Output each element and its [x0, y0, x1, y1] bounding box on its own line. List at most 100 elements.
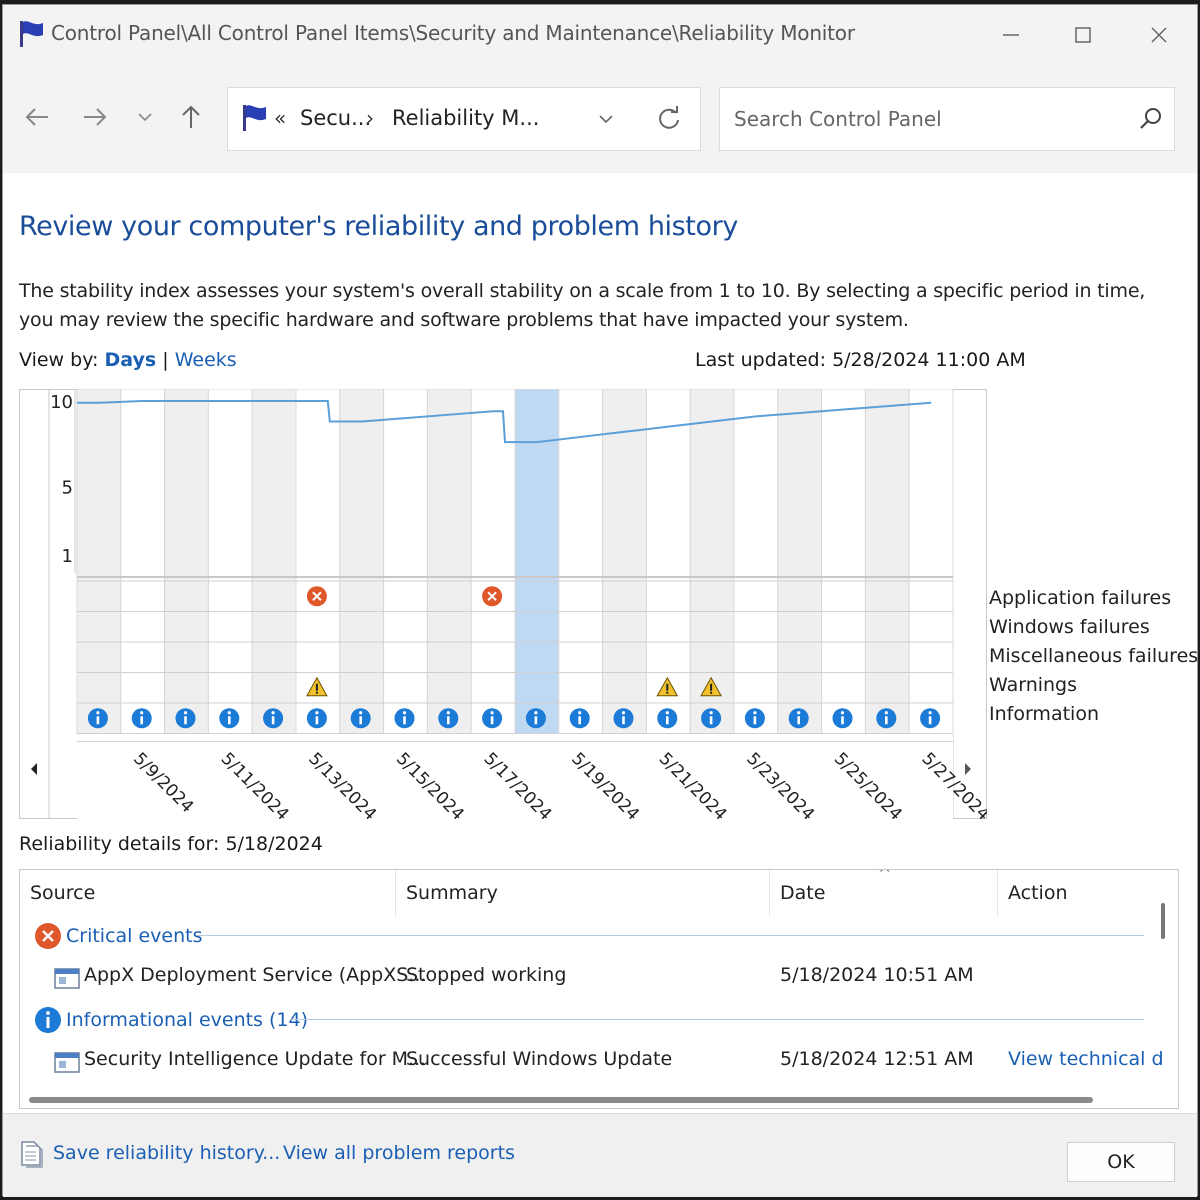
date-column[interactable]	[77, 733, 121, 820]
info-dot	[359, 711, 363, 715]
y-tick-label: 5	[62, 478, 73, 499]
reliability-chart-svg[interactable]: 10515/9/2024 5/11/2024 5/13/2024 5/15/2024 5…	[19, 388, 993, 825]
search-icon[interactable]	[1138, 106, 1164, 132]
info-mark	[885, 716, 888, 725]
view-weeks-link[interactable]: Weeks	[175, 349, 237, 371]
column-summary[interactable]: Summary	[396, 870, 770, 916]
legend-warnings: Warnings	[989, 674, 1078, 696]
column-source[interactable]: Source	[20, 870, 396, 916]
info-mark	[271, 716, 275, 725]
info-dot	[534, 711, 538, 715]
info-dot	[709, 711, 713, 715]
breadcrumb-security[interactable]: Secu...	[300, 106, 371, 130]
day-column[interactable]	[602, 388, 647, 734]
info-dot	[183, 711, 188, 715]
info-dot	[315, 711, 319, 715]
up-button[interactable]	[171, 97, 211, 137]
day-column[interactable]	[76, 388, 122, 734]
day-column[interactable]	[777, 388, 823, 734]
info-dot	[96, 711, 100, 715]
refresh-icon[interactable]	[654, 104, 684, 134]
legend-application-failures: Application failures	[989, 587, 1172, 609]
day-column[interactable]	[207, 388, 253, 734]
breadcrumb-reliability[interactable]: Reliability M...	[392, 106, 539, 130]
info-dot	[578, 711, 582, 715]
info-mark	[578, 716, 581, 725]
breadcrumb-overflow[interactable]: «	[274, 106, 286, 130]
info-mark	[534, 716, 538, 725]
group-divider	[290, 1019, 1144, 1020]
view-all-reports-link[interactable]: View all problem reports	[283, 1142, 515, 1164]
warning-mark	[710, 683, 713, 691]
arrow-up-icon	[182, 105, 200, 128]
group-informational-events[interactable]: Informational events (14)	[34, 1006, 308, 1034]
search-box[interactable]	[719, 87, 1175, 151]
info-mark	[753, 716, 757, 725]
day-column[interactable]	[120, 388, 166, 734]
document-icon	[21, 1141, 43, 1168]
view-separator: |	[162, 349, 169, 371]
info-dot	[227, 711, 231, 715]
table-row[interactable]: AppX Deployment Service (AppXS... Stoppe…	[20, 956, 1150, 996]
window-title: Control Panel\All Control Panel Items\Se…	[51, 21, 855, 45]
save-history-link[interactable]: Save reliability history...	[19, 1138, 280, 1168]
last-updated: Last updated: 5/28/2024 11:00 AM	[695, 349, 1026, 371]
minimize-button[interactable]	[991, 15, 1031, 55]
save-history-label[interactable]: Save reliability history...	[53, 1142, 280, 1164]
info-dot	[402, 711, 407, 715]
application-icon	[54, 1052, 80, 1073]
legend-windows-failures: Windows failures	[989, 616, 1150, 638]
y-tick-label: 1	[62, 546, 73, 567]
info-mark	[841, 716, 844, 725]
info-mark	[666, 716, 669, 725]
page-title: Review your computer's reliability and p…	[19, 211, 738, 242]
column-action[interactable]: Action	[998, 870, 1148, 916]
reliability-chart[interactable]: 10 5 1 5/9/2024 5/11/2024 5/13/2024 5/15/2024 5…	[19, 388, 993, 825]
warning-mark	[666, 683, 669, 691]
chevron-down-icon[interactable]	[596, 104, 616, 134]
info-dot	[797, 711, 801, 715]
table-row[interactable]: Security Intelligence Update for M... Su…	[20, 1040, 1164, 1080]
day-column[interactable]	[426, 388, 472, 734]
horizontal-scrollbar-thumb[interactable]	[29, 1097, 1093, 1103]
forward-button[interactable]	[75, 97, 115, 137]
chevron-down-icon	[138, 113, 152, 122]
y-tick-label: 10	[50, 392, 73, 413]
vertical-scrollbar-thumb[interactable]	[1161, 903, 1165, 939]
group-critical-events[interactable]: Critical events	[34, 922, 203, 950]
day-column[interactable]	[908, 388, 954, 734]
row-date: 5/18/2024 10:51 AM	[780, 964, 974, 986]
info-mark	[228, 716, 231, 725]
day-column[interactable]	[164, 388, 209, 734]
day-column[interactable]	[558, 388, 604, 734]
info-dot	[840, 711, 845, 715]
close-button[interactable]	[1139, 15, 1179, 55]
row-action-link[interactable]: View technical d	[1008, 1048, 1164, 1070]
ok-button[interactable]: OK	[1067, 1142, 1175, 1182]
recent-locations-button[interactable]	[125, 97, 165, 137]
day-column[interactable]	[864, 388, 910, 734]
breadcrumb-separator[interactable]: ›	[366, 106, 374, 130]
info-mark	[447, 716, 450, 725]
info-mark	[403, 716, 406, 725]
application-icon	[54, 968, 80, 989]
view-days-link[interactable]: Days	[105, 349, 157, 371]
day-column[interactable]	[339, 388, 385, 734]
day-column[interactable]	[470, 388, 516, 734]
day-column[interactable]	[251, 388, 297, 734]
day-column[interactable]	[733, 388, 779, 734]
search-input[interactable]	[734, 104, 1114, 134]
group-label: Critical events	[66, 925, 203, 947]
day-column[interactable]	[383, 388, 428, 734]
address-bar[interactable]: « Secu... › Reliability M...	[227, 87, 701, 151]
group-divider	[196, 935, 1144, 936]
info-dot	[490, 711, 494, 715]
info-mark	[140, 716, 143, 725]
maximize-button[interactable]	[1063, 15, 1103, 55]
view-by: View by: Days | Weeks	[19, 349, 237, 371]
day-column[interactable]	[821, 388, 866, 734]
reliability-monitor-window: Control Panel\All Control Panel Items\Se…	[2, 4, 1198, 1197]
back-button[interactable]	[17, 97, 57, 137]
info-icon	[35, 1007, 61, 1033]
info-mark	[490, 716, 494, 725]
